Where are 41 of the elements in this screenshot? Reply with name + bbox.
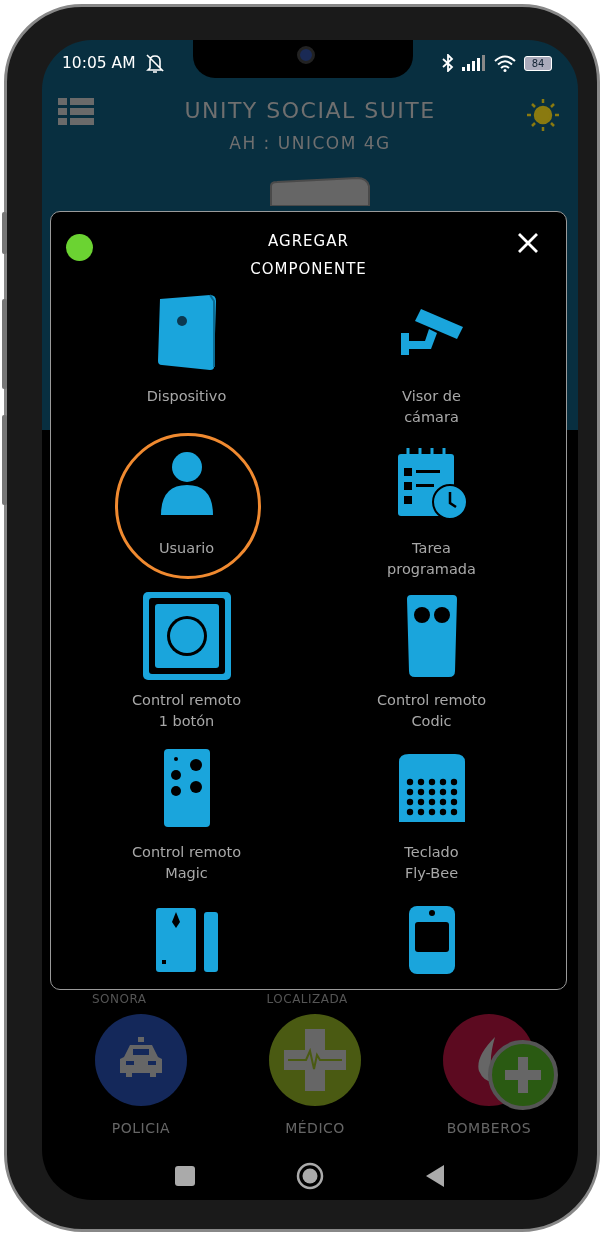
battery-level: 84 — [524, 55, 552, 71]
menu-icon[interactable] — [58, 98, 94, 126]
remote-control-icon — [406, 595, 457, 677]
wifi-icon — [494, 54, 516, 72]
button-label: BOMBEROS — [446, 1120, 532, 1136]
keypad-icon — [398, 754, 465, 822]
component-label[interactable]: Dispositivo — [146, 386, 227, 407]
component-label[interactable]: Usuario — [158, 538, 215, 559]
home-icon[interactable] — [296, 1162, 324, 1190]
door-sensor-icon — [155, 908, 218, 972]
security-camera-icon — [400, 309, 463, 355]
motion-sensor-icon — [408, 906, 455, 974]
recents-icon[interactable] — [174, 1165, 196, 1187]
user-icon — [160, 452, 213, 515]
app-title: UNITY SOCIAL SUITE — [184, 97, 436, 123]
sun-icon[interactable] — [526, 98, 560, 132]
back-icon[interactable] — [424, 1164, 446, 1188]
button-label: MÉDICO — [285, 1120, 345, 1136]
bluetooth-icon — [442, 54, 454, 72]
component-label[interactable]: Teclado Fly-Bee — [404, 842, 459, 884]
muted-bell-icon — [143, 53, 166, 73]
button-label: POLICIA — [111, 1120, 171, 1136]
section-label: LOCALIZADA — [266, 992, 348, 1006]
close-icon[interactable] — [517, 232, 539, 254]
component-label[interactable]: Control remoto Codic — [376, 690, 487, 732]
component-label[interactable]: Tarea programada — [387, 538, 476, 580]
component-label[interactable]: Control remoto Magic — [131, 842, 242, 884]
dialog-title: COMPONENTE — [250, 260, 367, 278]
plus-icon — [503, 1055, 543, 1095]
component-label[interactable]: Control remoto 1 botón — [131, 690, 242, 732]
status-time: 10:05 AM — [62, 54, 136, 72]
remote-control-icon — [163, 749, 210, 827]
signal-icon — [462, 55, 486, 71]
remote-button-icon — [142, 592, 231, 680]
calendar-clock-icon — [397, 448, 468, 520]
app-subtitle: AH : UNICOM 4G — [229, 133, 391, 153]
dialog-title: AGREGAR — [268, 232, 349, 250]
component-label[interactable]: Visor de cámara — [402, 386, 461, 428]
section-label: SONORA — [92, 992, 147, 1006]
device-icon — [157, 294, 216, 370]
camera-lens — [297, 46, 315, 64]
